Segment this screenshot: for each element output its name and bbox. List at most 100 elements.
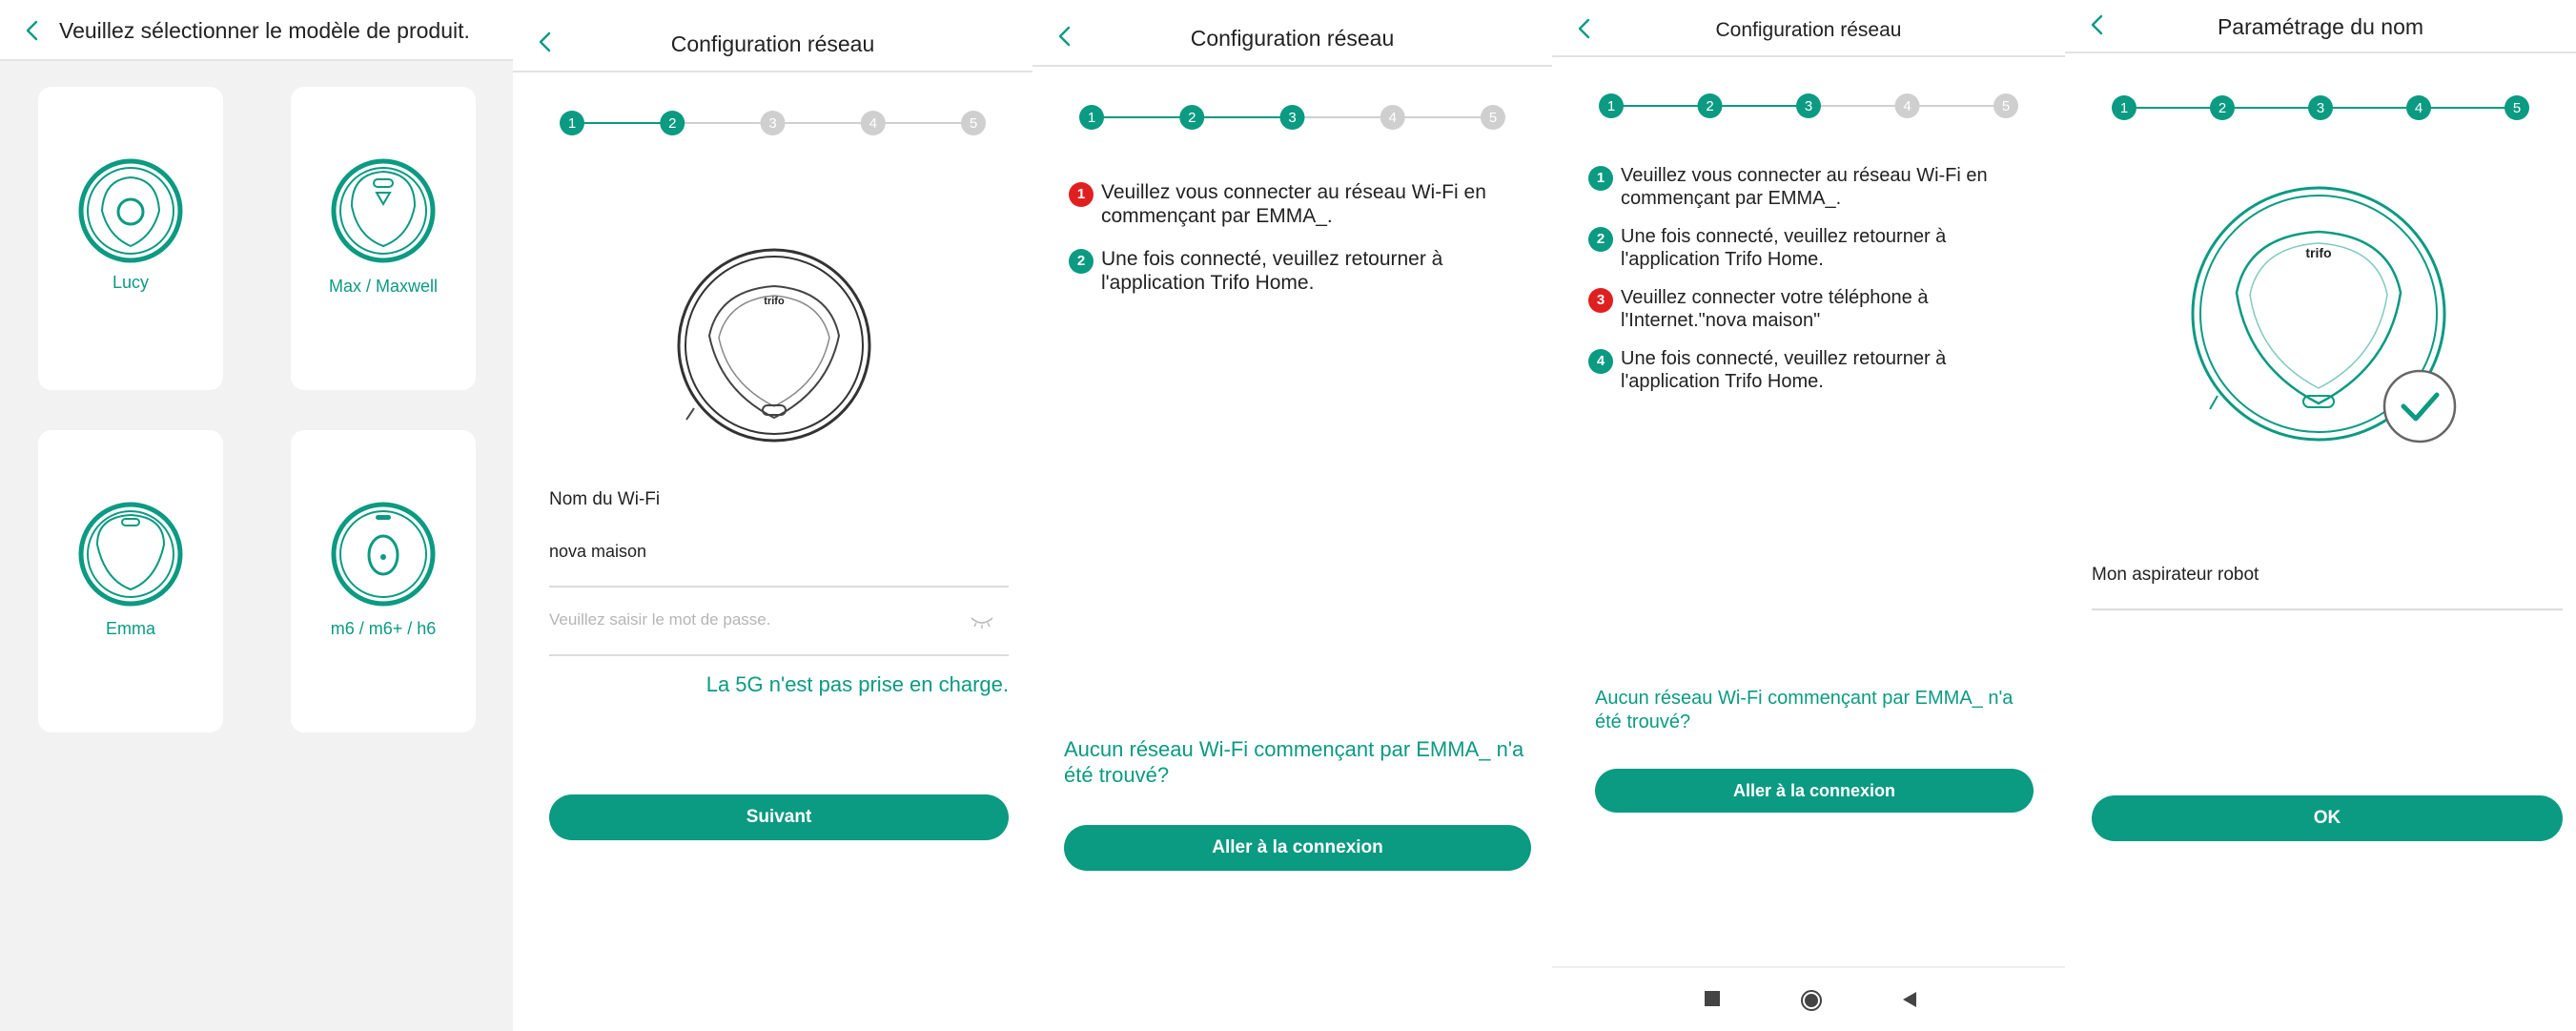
system-nav-bar (1552, 966, 2065, 1031)
back-button[interactable] (19, 17, 46, 44)
step-number: 1 (1607, 98, 1615, 114)
step-5: 5 (1481, 105, 1505, 130)
step-number: 3 (768, 115, 776, 132)
square-icon[interactable] (1703, 989, 1722, 1008)
step-progress: 1 2 3 4 5 (2065, 93, 2576, 122)
instruction-text: Une fois connecté, veuillez retourner à … (1621, 226, 1947, 270)
step-1: 1 (560, 111, 584, 135)
triangle-left-icon[interactable] (1901, 991, 1918, 1008)
page-title: Paramétrage du nom (2217, 14, 2424, 39)
robot-brand: trifo (2305, 245, 2331, 260)
model-card-lucy[interactable]: Lucy (38, 87, 223, 390)
robot-lucy-icon (78, 158, 183, 263)
step-2: 2 (2210, 95, 2235, 120)
step-2: 2 (1697, 93, 1723, 118)
chevron-left-icon (26, 20, 38, 41)
step-3: 3 (2308, 95, 2333, 120)
step-number-badge: 4 (1588, 349, 1613, 374)
step-number: 4 (869, 115, 877, 132)
robot-brand: trifo (764, 296, 785, 307)
step-2: 2 (1179, 105, 1205, 130)
instruction-list: 1 Veuillez vous connecter au réseau Wi-Fi… (1032, 180, 1547, 314)
instruction-text: Veuillez connecter votre téléphone à l'I… (1621, 287, 1929, 331)
instruction-item: 1 Veuillez vous connecter au réseau Wi-Fi… (1575, 164, 2033, 210)
step-4: 4 (860, 111, 886, 135)
model-selection-screen: Veuillez sélectionner le modèle de produ… (0, 0, 513, 1031)
instruction-text: Une fois connecté, veuillez retourner à … (1101, 248, 1443, 294)
step-2: 2 (660, 111, 685, 135)
step-1: 1 (1079, 105, 1104, 130)
step-number: 1 (568, 115, 576, 132)
password-input[interactable] (549, 610, 950, 629)
step-number: 3 (1805, 98, 1812, 114)
step-number: 5 (2002, 98, 2010, 114)
ok-button[interactable]: OK (2092, 795, 2563, 841)
step-5: 5 (1993, 93, 2018, 118)
model-label: Emma (105, 619, 155, 638)
step-4: 4 (2406, 95, 2431, 120)
header: Configuration réseau (513, 0, 1032, 72)
robot-name-field[interactable] (2092, 557, 2563, 610)
step-number-badge: 3 (1588, 288, 1613, 313)
step-1: 1 (2112, 95, 2136, 120)
instruction-text: Veuillez vous connecter au réseau Wi-Fi … (1621, 165, 1988, 209)
page-title: Veuillez sélectionner le modèle de produ… (59, 18, 470, 43)
page-title: Configuration réseau (1190, 26, 1395, 51)
wifi-config-screen: Configuration réseau 1 2 3 4 5 trifo Nom du … (513, 0, 1032, 1031)
step-number: 1 (2120, 100, 2128, 116)
next-button[interactable]: Suivant (549, 794, 1009, 840)
instruction-item: 1 Veuillez vous connecter au réseau Wi-Fi… (1055, 180, 1523, 228)
step-number: 2 (668, 115, 676, 132)
robot-vacuum-icon: trifo (2191, 186, 2457, 443)
wifi-name-field[interactable] (549, 534, 1009, 588)
wifi-name-input[interactable] (549, 542, 1009, 562)
header: Configuration réseau (1032, 0, 1552, 67)
model-label: Lucy (112, 273, 150, 292)
step-1: 1 (1599, 93, 1624, 118)
step-progress: 1 2 3 4 5 (1552, 92, 2065, 120)
step-number: 5 (2513, 100, 2521, 116)
step-number: 1 (1088, 110, 1095, 126)
step-number: 5 (1489, 110, 1497, 126)
instruction-item: 2 Une fois connecté, veuillez retourner à… (1575, 225, 2033, 271)
instruction-item: 3 Veuillez connecter votre téléphone à l'… (1575, 286, 2033, 332)
header: Veuillez sélectionner le modèle de produ… (0, 0, 513, 61)
wifi-not-found-link[interactable]: Aucun réseau Wi-Fi commençant par EMMA_ … (1064, 736, 1531, 788)
robot-name-input[interactable] (2092, 565, 2563, 586)
wifi-not-found-link[interactable]: Aucun réseau Wi-Fi commençant par EMMA_ … (1595, 687, 2034, 734)
wifi-name-label: Nom du Wi-Fi (549, 489, 661, 509)
go-to-connection-button[interactable]: Aller à la connexion (1064, 825, 1531, 871)
step-4: 4 (1380, 105, 1405, 130)
step-number: 4 (2415, 100, 2423, 116)
password-field[interactable] (549, 603, 1009, 656)
step-number: 2 (2218, 100, 2226, 116)
model-grid: Lucy Max / Maxwell Emma m6 / m6+ / h6 (0, 61, 513, 1031)
robot-vacuum-icon: trifo (677, 248, 871, 443)
page-title: Configuration réseau (670, 31, 875, 56)
step-number-badge: 1 (1069, 182, 1094, 207)
robot-emma-icon (78, 502, 183, 607)
instruction-item: 2 Une fois connecté, veuillez retourner à… (1055, 247, 1523, 295)
instruction-list: 1 Veuillez vous connecter au réseau Wi-Fi… (1552, 164, 2057, 408)
go-to-connection-button[interactable]: Aller à la connexion (1595, 769, 2034, 813)
step-progress: 1 2 3 4 5 (513, 109, 1032, 137)
step-number: 3 (2317, 100, 2324, 116)
instruction-text: Veuillez vous connecter au réseau Wi-Fi … (1101, 181, 1486, 227)
model-card-emma[interactable]: Emma (38, 430, 223, 732)
step-5: 5 (961, 111, 986, 135)
model-label: Max / Maxwell (328, 277, 439, 296)
model-label: m6 / m6+ / h6 (330, 619, 437, 638)
model-card-m6[interactable]: m6 / m6+ / h6 (291, 430, 476, 732)
step-number-badge: 2 (1069, 249, 1094, 274)
checkmark-badge (2382, 369, 2457, 443)
page-title: Configuration réseau (1715, 19, 1902, 41)
step-progress: 1 2 3 4 5 (1032, 103, 1552, 132)
step-3: 3 (1279, 105, 1305, 130)
step-5: 5 (2504, 95, 2529, 120)
circle-icon[interactable] (1800, 989, 1823, 1012)
step-number: 4 (1903, 98, 1911, 114)
model-card-max[interactable]: Max / Maxwell (291, 87, 476, 390)
step-number: 4 (1389, 110, 1397, 126)
eye-closed-icon[interactable] (969, 612, 995, 631)
step-3: 3 (760, 111, 786, 135)
